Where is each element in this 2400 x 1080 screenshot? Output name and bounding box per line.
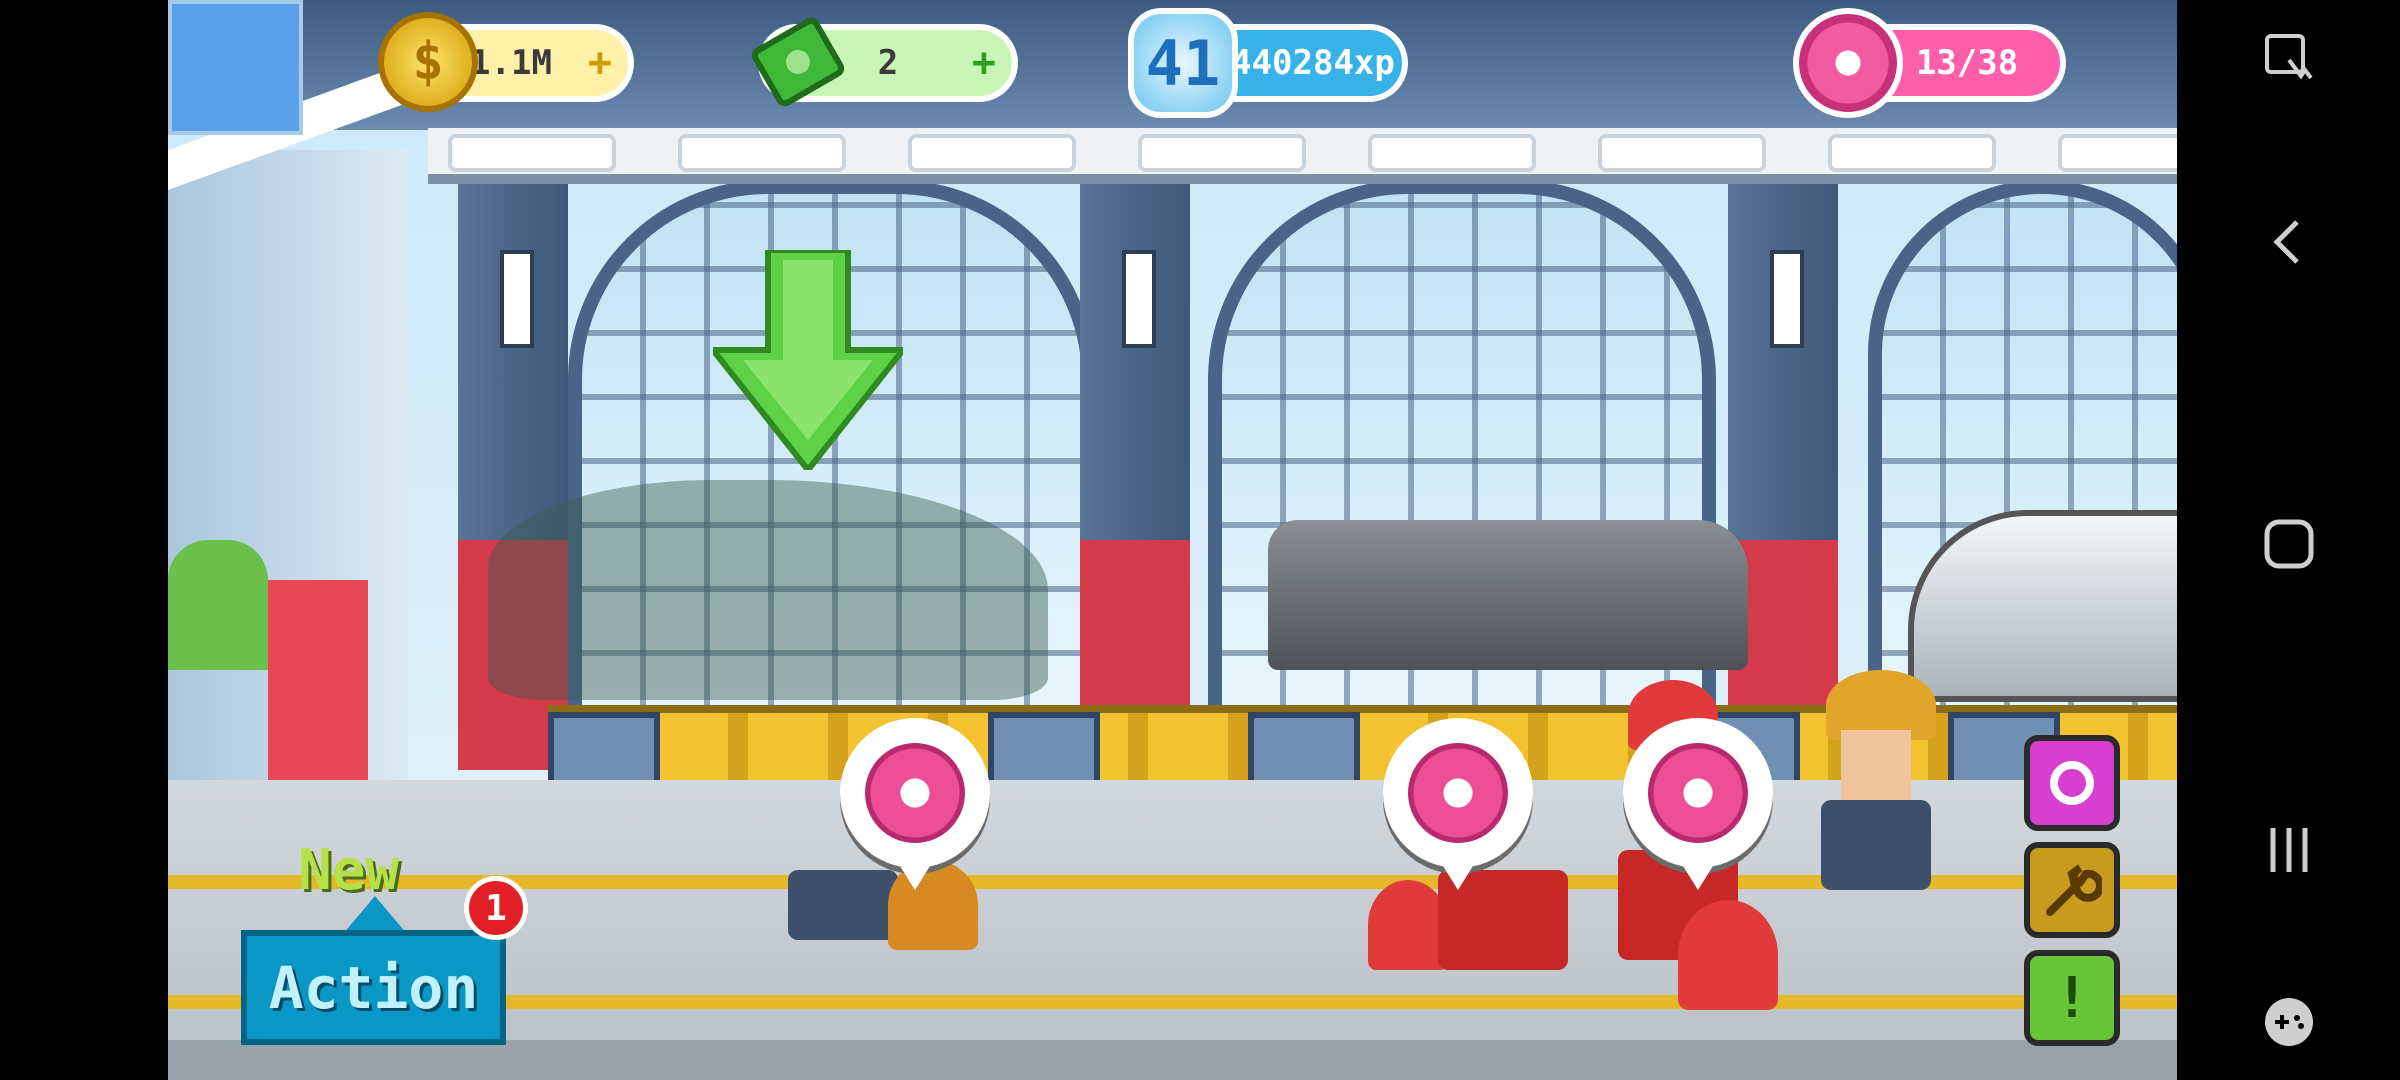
donut-value: 13/38	[1915, 43, 2019, 83]
new-label: New	[298, 838, 400, 903]
action-button[interactable]: Action	[241, 930, 506, 1045]
xp-value: 440284xp	[1231, 43, 1395, 83]
recents-icon[interactable]	[2257, 818, 2321, 882]
player-avatar[interactable]	[168, 0, 303, 135]
donut-icon	[1408, 743, 1508, 843]
back-icon[interactable]	[2257, 210, 2321, 274]
caret-up-icon	[343, 896, 407, 934]
walking-worker[interactable]	[1806, 670, 1946, 920]
car-chassis-in-progress[interactable]	[1268, 520, 1748, 670]
add-coins-button[interactable]: +	[588, 40, 612, 86]
donut-icon	[1648, 743, 1748, 843]
game-tools-icon[interactable]	[2257, 990, 2321, 1054]
upgrade-button[interactable]	[2024, 842, 2120, 938]
left-wall	[168, 62, 408, 810]
cash-value: 2	[877, 43, 899, 83]
finished-car-body[interactable]	[1908, 510, 2177, 702]
notification-badge: 1	[464, 876, 528, 940]
target-icon	[2050, 761, 2094, 805]
home-icon[interactable]	[2257, 512, 2321, 576]
coin-icon: $	[378, 12, 478, 112]
alerts-button[interactable]: !	[2024, 950, 2120, 1046]
wrench-icon	[2046, 864, 2102, 916]
level-value: 41	[1145, 26, 1221, 100]
outdoor-bush	[168, 540, 268, 670]
add-cash-button[interactable]: +	[972, 40, 996, 86]
cash-icon	[751, 17, 845, 107]
donut-icon	[865, 743, 965, 843]
arrow-down-icon	[713, 250, 903, 470]
screen-capture-icon[interactable]	[2257, 26, 2321, 90]
donut-icon	[1793, 8, 1903, 118]
exclamation-icon: !	[2055, 965, 2089, 1031]
donut-request-bubble[interactable]	[1383, 718, 1533, 890]
level-badge[interactable]: 41	[1128, 8, 1238, 118]
coins-value: 1.1M	[470, 43, 552, 83]
locked-car-silhouette[interactable]	[488, 480, 1048, 700]
game-viewport[interactable]: 1.1M + $ 2 + 440284xp 41 13/38 New Actio…	[168, 0, 2177, 1080]
ceiling-beam	[428, 128, 2177, 184]
sleeping-worker[interactable]	[1368, 860, 1588, 980]
donut-request-bubble[interactable]	[1623, 718, 1773, 890]
factory-pillar	[1080, 170, 1190, 770]
donut-request-bubble[interactable]	[840, 718, 990, 890]
target-button[interactable]	[2024, 735, 2120, 831]
system-navigation-bar	[2177, 0, 2400, 1080]
